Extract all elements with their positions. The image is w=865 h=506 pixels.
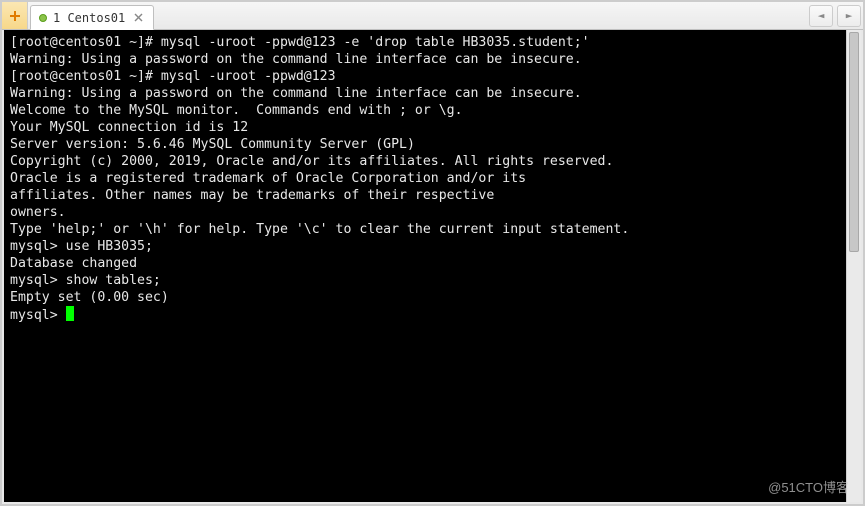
titlebar: 1 Centos01 ◄ ► (2, 2, 863, 30)
cursor-block (66, 306, 74, 321)
terminal-line: mysql> show tables; (10, 272, 855, 289)
status-dot-icon (39, 14, 47, 22)
terminal-line: mysql> (10, 306, 855, 324)
chevron-left-icon: ◄ (818, 9, 825, 22)
terminal-line: mysql> use HB3035; (10, 238, 855, 255)
tab-next-button[interactable]: ► (837, 5, 861, 27)
terminal-line: Warning: Using a password on the command… (10, 85, 855, 102)
terminal-line: Your MySQL connection id is 12 (10, 119, 855, 136)
chevron-right-icon: ► (846, 9, 853, 22)
terminal-line: Database changed (10, 255, 855, 272)
plus-icon (8, 9, 22, 23)
tab-prev-button[interactable]: ◄ (809, 5, 833, 27)
terminal-line: owners. (10, 204, 855, 221)
new-tab-button[interactable] (2, 2, 28, 29)
terminal-line: Type 'help;' or '\h' for help. Type '\c'… (10, 221, 855, 238)
terminal-line: [root@centos01 ~]# mysql -uroot -ppwd@12… (10, 68, 855, 85)
terminal-line: Oracle is a registered trademark of Orac… (10, 170, 855, 187)
terminal-line: [root@centos01 ~]# mysql -uroot -ppwd@12… (10, 34, 855, 51)
tab-centos01[interactable]: 1 Centos01 (30, 5, 154, 30)
terminal-line: Empty set (0.00 sec) (10, 289, 855, 306)
terminal-line: Copyright (c) 2000, 2019, Oracle and/or … (10, 153, 855, 170)
close-icon (134, 13, 143, 22)
terminal-line: Server version: 5.6.46 MySQL Community S… (10, 136, 855, 153)
app-window: 1 Centos01 ◄ ► [root@centos01 ~]# mysql … (0, 0, 865, 506)
terminal-output[interactable]: [root@centos01 ~]# mysql -uroot -ppwd@12… (4, 30, 861, 502)
terminal-line: Warning: Using a password on the command… (10, 51, 855, 68)
tab-label: 1 Centos01 (53, 11, 125, 25)
terminal-area: [root@centos01 ~]# mysql -uroot -ppwd@12… (4, 30, 861, 502)
scrollbar-thumb[interactable] (849, 32, 859, 252)
terminal-line: affiliates. Other names may be trademark… (10, 187, 855, 204)
terminal-line: Welcome to the MySQL monitor. Commands e… (10, 102, 855, 119)
titlebar-right-controls: ◄ ► (807, 2, 863, 29)
tab-close-button[interactable] (131, 11, 145, 25)
vertical-scrollbar[interactable] (846, 30, 861, 502)
